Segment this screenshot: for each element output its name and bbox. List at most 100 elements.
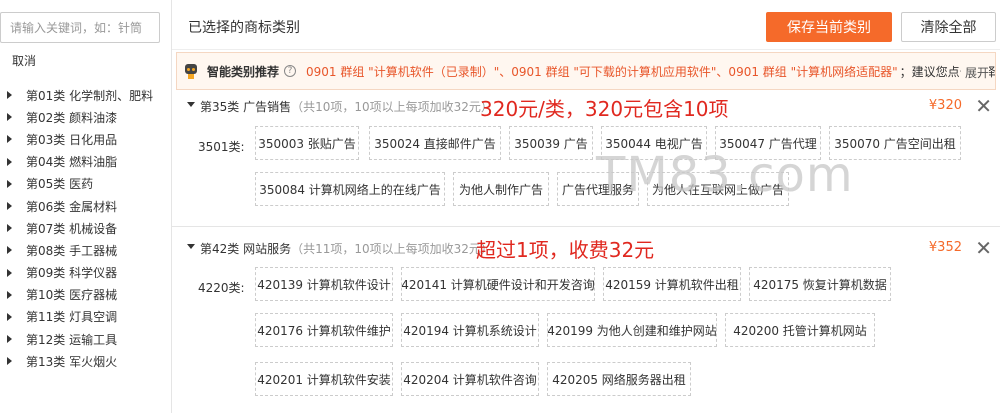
category-list: 第01类 化学制剂、肥料 第02类 颜料油漆 第03类 日化用品 第04类 燃料… bbox=[0, 84, 171, 372]
item-tag[interactable]: 为他人制作广告 bbox=[453, 172, 549, 206]
category-name: 颜料油漆 bbox=[69, 110, 118, 125]
category-num: 第06类 bbox=[26, 199, 66, 214]
category-item[interactable]: 第12类 运输工具 bbox=[0, 328, 171, 350]
close-icon[interactable]: ✕ bbox=[975, 238, 992, 258]
caret-right-icon bbox=[7, 268, 12, 277]
recommend-title: 智能类别推荐 bbox=[207, 64, 280, 79]
category-num: 第02类 bbox=[26, 110, 66, 125]
category-item[interactable]: 第10类 医疗器械 bbox=[0, 284, 171, 306]
selected-panel: 已选择的商标类别 保存当前类别 清除全部 智能类别推荐 ? 0901 群组 "计… bbox=[172, 0, 1000, 413]
page-title: 已选择的商标类别 bbox=[188, 20, 300, 36]
help-icon[interactable]: ? bbox=[284, 65, 297, 77]
category-item[interactable]: 第04类 燃料油脂 bbox=[0, 151, 171, 173]
category-name: 灯具空调 bbox=[69, 310, 118, 325]
section-title: 第35类 广告销售（共10项，10项以上每项加收32元） bbox=[200, 98, 493, 115]
category-name: 医药 bbox=[69, 177, 94, 192]
close-icon[interactable]: ✕ bbox=[975, 96, 992, 116]
category-num: 第03类 bbox=[26, 132, 66, 147]
category-item[interactable]: 第11类 灯具空调 bbox=[0, 306, 171, 328]
item-tag[interactable]: 420175 恢复计算机数据 bbox=[749, 267, 891, 301]
category-name: 军火烟火 bbox=[69, 354, 118, 369]
item-tag[interactable]: 420200 托管计算机网站 bbox=[725, 313, 875, 347]
section-name: 第42类 网站服务 bbox=[200, 242, 292, 256]
category-item[interactable]: 第13类 军火烟火 bbox=[0, 350, 171, 372]
category-num: 第01类 bbox=[26, 88, 66, 103]
section-price: ¥352 bbox=[928, 240, 962, 255]
caret-right-icon bbox=[7, 246, 12, 255]
category-item[interactable]: 第07类 机械设备 bbox=[0, 217, 171, 239]
category-num: 第05类 bbox=[26, 177, 66, 192]
category-item[interactable]: 第05类 医药 bbox=[0, 173, 171, 195]
caret-right-icon bbox=[7, 135, 12, 144]
caret-right-icon bbox=[7, 335, 12, 344]
section-note: （共11项，10项以上每项加收32元） bbox=[291, 242, 493, 256]
caret-right-icon bbox=[7, 202, 12, 211]
category-num: 第12类 bbox=[26, 332, 66, 347]
category-num: 第04类 bbox=[26, 155, 66, 170]
expand-link[interactable]: 展开 bbox=[960, 64, 989, 81]
category-name: 日化用品 bbox=[69, 132, 118, 147]
caret-right-icon bbox=[7, 91, 12, 100]
category-item[interactable]: 第08类 手工器械 bbox=[0, 239, 171, 261]
clear-all-button[interactable]: 清除全部 bbox=[901, 12, 996, 42]
item-tag[interactable]: 350084 计算机网络上的在线广告 bbox=[255, 172, 445, 206]
caret-right-icon bbox=[7, 179, 12, 188]
watermark: TM83.com bbox=[596, 147, 854, 203]
category-num: 第10类 bbox=[26, 288, 66, 303]
category-name: 机械设备 bbox=[69, 221, 118, 236]
group-label: 3501类: bbox=[198, 140, 245, 154]
caret-right-icon bbox=[7, 357, 12, 366]
category-item[interactable]: 第09类 科学仪器 bbox=[0, 262, 171, 284]
category-name: 手工器械 bbox=[69, 243, 118, 258]
item-tag[interactable]: 420159 计算机软件出租 bbox=[603, 267, 741, 301]
cancel-button[interactable]: 取消 bbox=[12, 52, 36, 69]
section-note: （共10项，10项以上每项加收32元） bbox=[291, 100, 493, 114]
item-tag[interactable]: 350003 张贴广告 bbox=[255, 126, 359, 160]
item-tag[interactable]: 420201 计算机软件安装 bbox=[255, 362, 393, 396]
category-item[interactable]: 第01类 化学制剂、肥料 bbox=[0, 84, 171, 106]
category-num: 第09类 bbox=[26, 266, 66, 281]
item-tag[interactable]: 420141 计算机硬件设计和开发咨询 bbox=[401, 267, 595, 301]
category-name: 化学制剂、肥料 bbox=[69, 88, 154, 103]
item-tag[interactable]: 420205 网络服务器出租 bbox=[547, 362, 691, 396]
search-input[interactable] bbox=[0, 12, 160, 43]
category-name: 科学仪器 bbox=[69, 266, 118, 281]
save-button[interactable]: 保存当前类别 bbox=[766, 12, 892, 42]
smart-recommend-bar: 智能类别推荐 ? 0901 群组 "计算机软件（已录制）"、0901 群组 "可… bbox=[176, 52, 996, 90]
category-item[interactable]: 第03类 日化用品 bbox=[0, 128, 171, 150]
caret-right-icon bbox=[7, 312, 12, 321]
caret-right-icon bbox=[7, 290, 12, 299]
section-price: ¥320 bbox=[928, 98, 962, 113]
caret-down-icon bbox=[187, 244, 195, 249]
category-name: 医疗器械 bbox=[69, 288, 118, 303]
item-tag[interactable]: 420194 计算机系统设计 bbox=[401, 313, 539, 347]
price-annotation: 超过1项，收费32元 bbox=[476, 238, 655, 262]
item-tag[interactable]: 420199 为他人创建和维护网站 bbox=[547, 313, 717, 347]
recommend-groups-link[interactable]: 0901 群组 "计算机软件（已录制）"、0901 群组 "可下载的计算机应用软… bbox=[306, 63, 898, 80]
item-tag[interactable]: 420176 计算机软件维护 bbox=[255, 313, 393, 347]
category-name: 运输工具 bbox=[69, 332, 118, 347]
section-name: 第35类 广告销售 bbox=[200, 100, 292, 114]
price-annotation: 320元/类，320元包含10项 bbox=[480, 97, 729, 121]
caret-right-icon bbox=[7, 113, 12, 122]
category-item[interactable]: 第02类 颜料油漆 bbox=[0, 106, 171, 128]
item-tag[interactable]: 350024 直接邮件广告 bbox=[369, 126, 501, 160]
section-title: 第42类 网站服务（共11项，10项以上每项加收32元） bbox=[200, 240, 493, 257]
caret-right-icon bbox=[7, 224, 12, 233]
section-divider bbox=[172, 226, 1000, 227]
item-tag[interactable]: 350039 广告 bbox=[509, 126, 593, 160]
group-label: 4220类: bbox=[198, 281, 245, 295]
category-num: 第13类 bbox=[26, 354, 66, 369]
caret-right-icon bbox=[7, 157, 12, 166]
category-name: 燃料油脂 bbox=[69, 155, 118, 170]
item-tag[interactable]: 420139 计算机软件设计 bbox=[255, 267, 393, 301]
category-sidebar: 取消 第01类 化学制剂、肥料 第02类 颜料油漆 第03类 日化用品 第04类… bbox=[0, 0, 172, 413]
item-tag[interactable]: 420204 计算机软件咨询 bbox=[401, 362, 539, 396]
panel-header: 已选择的商标类别 保存当前类别 清除全部 bbox=[172, 0, 1000, 50]
category-name: 金属材料 bbox=[69, 199, 118, 214]
category-num: 第11类 bbox=[26, 310, 66, 325]
robot-icon bbox=[183, 63, 199, 79]
category-num: 第07类 bbox=[26, 221, 66, 236]
category-num: 第08类 bbox=[26, 243, 66, 258]
category-item[interactable]: 第06类 金属材料 bbox=[0, 195, 171, 217]
